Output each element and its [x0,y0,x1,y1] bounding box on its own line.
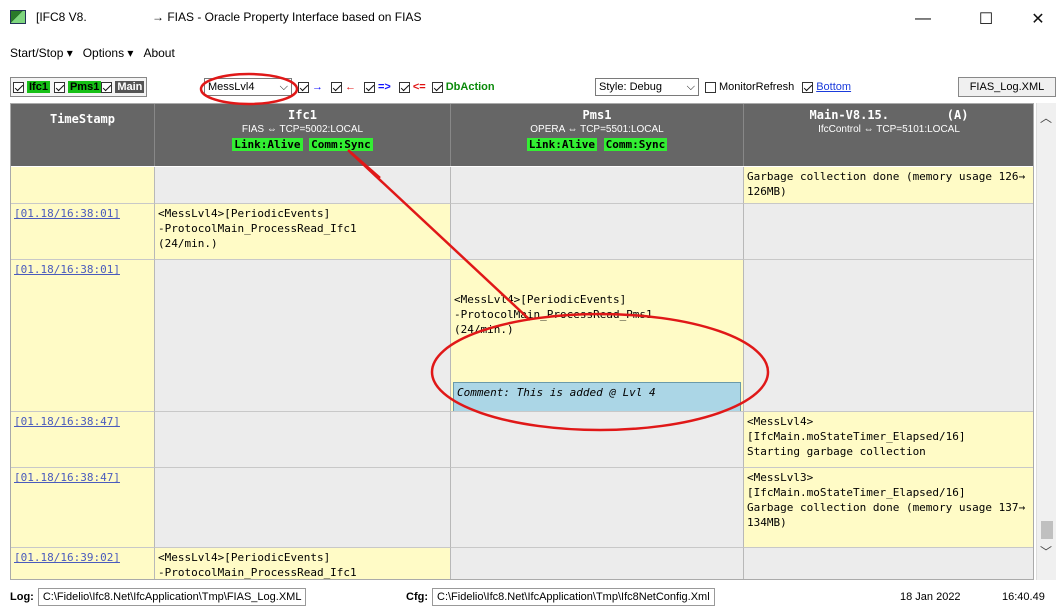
interface-filter-group: Ifc1 Pms1 Main [10,77,148,97]
timestamp-cell: [01.18/16:38:47] [11,412,155,468]
ifc1-cell [155,167,451,204]
main-cell: <MessLvl4> [IfcMain.moStateTimer_Elapsed… [744,412,1033,468]
pms1-checkbox[interactable] [53,81,65,93]
vertical-scrollbar[interactable]: ︿ ﹀ [1036,103,1056,580]
ifc1-cell: <MessLvl4>[PeriodicEvents] -ProtocolMain… [155,548,451,579]
menu-about[interactable]: About [143,44,174,64]
ifc1-cell [155,412,451,468]
send-checkbox[interactable] [298,81,309,93]
send-internal-arrow: => [378,81,391,93]
pms1-cell [451,548,744,579]
style-select[interactable]: Style: Debug ⌵ [595,78,699,96]
ifc1-cell: <MessLvl4>[PeriodicEvents] -ProtocolMain… [155,204,451,260]
table-row: [01.18/16:39:02] <MessLvl4>[PeriodicEven… [11,548,1033,579]
table-row: Garbage collection done (memory usage 12… [11,167,1033,204]
table-row: [01.18/16:38:01] <MessLvl4>[PeriodicEven… [11,204,1033,260]
menu-options[interactable]: Options ▾ [83,44,134,64]
column-header-main: Main-V8.15. (A) IfcControl ⇔ TCP=5101:LO… [744,104,1033,166]
timestamp-cell: [01.18/16:38:01] [11,204,155,260]
column-header-timestamp: TimeStamp [11,104,155,166]
ifc1-cell [155,468,451,548]
style-value: Style: Debug [599,81,662,93]
log-grid: TimeStamp Ifc1 FIAS ⇔ TCP=5002:LOCAL Lin… [10,103,1034,580]
main-cell: Garbage collection done (memory usage 12… [744,167,1033,204]
pms1-label: Pms1 [67,81,102,93]
log-label: Log: [10,591,34,603]
table-row: [01.18/16:38:01] <MessLvl4>[PeriodicEven… [11,260,1033,412]
pms1-status: Link:Alive Comm:Sync [526,138,668,151]
pms1-cell [451,412,744,468]
chevron-down-icon: ⌵ [686,80,695,93]
dbaction-label: DbAction [445,81,495,93]
timestamp-link[interactable]: [01.18/16:38:47] [14,471,120,484]
bottom-checkbox[interactable] [802,81,814,93]
table-row: [01.18/16:38:47] <MessLvl3> [IfcMain.moS… [11,468,1033,548]
timestamp-cell: [01.18/16:38:47] [11,468,155,548]
close-button[interactable]: ✕ [1015,6,1061,32]
app-icon [10,10,26,24]
receive-internal-arrow: <= [412,81,426,93]
ifc1-cell [155,260,451,412]
cfg-path-group: Cfg: C:\Fidelio\Ifc8.Net\IfcApplication\… [406,588,715,606]
ifc1-status: Link:Alive Comm:Sync [232,138,373,151]
message-level-select[interactable]: MessLvl4 ⌵ [204,78,292,96]
status-time: 16:40.49 [1002,591,1045,603]
timestamp-link[interactable]: [01.18/16:38:01] [14,263,120,276]
bottom-link[interactable]: Bottom [816,81,851,93]
window-title: → FIAS - Oracle Property Interface based… [152,10,422,24]
main-cell [744,260,1033,412]
timestamp-link[interactable]: [01.18/16:39:02] [14,551,120,564]
scrollbar-thumb[interactable] [1041,521,1053,539]
chevron-up-icon[interactable]: ︿ [1040,109,1052,126]
column-header-pms1: Pms1 OPERA ⇔ TCP=5501:LOCAL Link:Alive C… [451,104,744,166]
dbaction-checkbox[interactable] [431,81,443,93]
maximize-button[interactable]: ☐ [963,6,1009,32]
main-cell [744,204,1033,260]
minimize-button[interactable]: — [900,6,946,32]
title-bar: [IFC8 V8. → FIAS - Oracle Property Inter… [0,0,1061,40]
send-internal-checkbox[interactable] [364,81,375,93]
pms1-cell: <MessLvl4>[PeriodicEvents] -ProtocolMain… [451,260,744,412]
window-title-prefix: [IFC8 V8. [36,10,87,24]
cfg-path: C:\Fidelio\Ifc8.Net\IfcApplication\Tmp\I… [432,588,715,606]
timestamp-link[interactable]: [01.18/16:38:47] [14,415,120,428]
column-header-ifc1: Ifc1 FIAS ⇔ TCP=5002:LOCAL Link:Alive Co… [155,104,451,166]
menu-start-stop[interactable]: Start/Stop ▾ [10,44,73,64]
monitor-refresh-checkbox[interactable] [705,81,716,93]
send-arrow: → [312,81,323,93]
menu-bar: Start/Stop ▾ Options ▾ About [0,44,175,64]
status-bar: Log: C:\Fidelio\Ifc8.Net\IfcApplication\… [0,586,1061,608]
chevron-down-icon[interactable]: ﹀ [1040,543,1052,560]
ifc1-label: Ifc1 [27,81,50,93]
receive-arrow: ← [345,81,356,93]
timestamp-cell [11,167,155,204]
pms1-cell [451,204,744,260]
monitor-options: MonitorRefresh Bottom [705,76,851,98]
cfg-label: Cfg: [406,591,428,603]
receive-internal-checkbox[interactable] [398,81,410,93]
timestamp-link[interactable]: [01.18/16:38:01] [14,207,120,220]
message-level-value: MessLvl4 [208,81,255,93]
timestamp-cell: [01.18/16:38:01] [11,260,155,412]
ifc1-checkbox[interactable] [13,81,24,93]
log-path: C:\Fidelio\Ifc8.Net\IfcApplication\Tmp\F… [37,588,307,606]
log-path-group: Log: C:\Fidelio\Ifc8.Net\IfcApplication\… [10,588,307,606]
main-cell [744,548,1033,579]
main-label: Main [115,81,145,93]
timestamp-cell: [01.18/16:39:02] [11,548,155,579]
table-row: [01.18/16:38:47] <MessLvl4> [IfcMain.moS… [11,412,1033,468]
main-cell: <MessLvl3> [IfcMain.moStateTimer_Elapsed… [744,468,1033,548]
pms1-cell [451,468,744,548]
pms1-cell [451,167,744,204]
main-checkbox[interactable] [101,81,113,93]
chevron-down-icon: ⌵ [279,80,288,93]
receive-checkbox[interactable] [331,81,342,93]
toolbar: Ifc1 Pms1 Main MessLvl4 ⌵ → ← => <= DbAc… [0,76,1061,98]
pms1-message: <MessLvl4>[PeriodicEvents] -ProtocolMain… [454,293,653,336]
comment-box[interactable]: Comment: This is added @ Lvl 4 [453,382,741,411]
log-file-button[interactable]: FIAS_Log.XML [958,77,1056,97]
status-date: 18 Jan 2022 [900,591,961,603]
monitor-refresh-label: MonitorRefresh [719,81,795,93]
direction-filters: → ← => <= DbAction [298,76,495,98]
